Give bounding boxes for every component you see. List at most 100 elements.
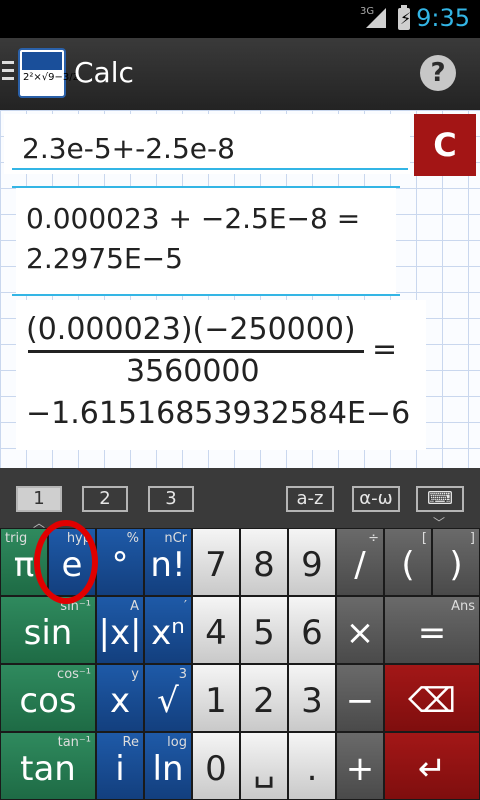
- plus-key[interactable]: +: [336, 732, 384, 800]
- key-4[interactable]: 4: [192, 596, 240, 664]
- pi-key[interactable]: trig π: [0, 528, 48, 596]
- backspace-icon: ⌫: [407, 681, 457, 721]
- signal-icon: [366, 8, 386, 28]
- menu-icon[interactable]: [2, 61, 14, 85]
- key-9[interactable]: 9: [288, 528, 336, 596]
- divide-label: /: [354, 545, 366, 585]
- key-3[interactable]: 3: [288, 664, 336, 732]
- decimal-label: .: [306, 749, 318, 789]
- multiply-label: ×: [345, 613, 375, 653]
- key-8[interactable]: 8: [240, 528, 288, 596]
- key-2[interactable]: 2: [240, 664, 288, 732]
- right-paren-key[interactable]: ] ): [432, 528, 480, 596]
- help-icon[interactable]: ?: [420, 55, 456, 91]
- cos-label: cos: [19, 681, 77, 721]
- entry-1-result: 2.2975E−5: [26, 242, 183, 275]
- tan-key[interactable]: tan⁻¹ tan: [0, 732, 96, 800]
- fraction-bar: [28, 350, 364, 353]
- key-1[interactable]: 1: [192, 664, 240, 732]
- sin-label: sin: [23, 613, 73, 653]
- key-7[interactable]: 7: [192, 528, 240, 596]
- ln-key[interactable]: log ln: [144, 732, 192, 800]
- key-0[interactable]: 0: [192, 732, 240, 800]
- abs-label: |x|: [98, 613, 142, 653]
- app-icon[interactable]: 2²×√9−3/2: [18, 48, 79, 98]
- key-0-label: 0: [205, 749, 227, 789]
- e-label: e: [61, 545, 83, 585]
- key-1-label: 1: [205, 681, 227, 721]
- keyboard-tabs: 1 2 3 a-z α-ω ⌨ ︿ ﹀: [0, 468, 480, 530]
- tan-secondary: tan⁻¹: [57, 735, 91, 750]
- key-6[interactable]: 6: [288, 596, 336, 664]
- equals-sign: =: [372, 332, 398, 367]
- sin-secondary: sin⁻¹: [60, 599, 91, 614]
- imaginary-secondary: Re: [122, 735, 139, 750]
- cos-secondary: cos⁻¹: [57, 667, 91, 682]
- entry-top-border: [12, 186, 400, 188]
- space-icon: ␣: [253, 749, 275, 789]
- tab-greek[interactable]: α-ω: [352, 486, 400, 512]
- expression-input[interactable]: 2.3e-5+-2.5e-8: [4, 114, 410, 174]
- sin-key[interactable]: sin⁻¹ sin: [0, 596, 96, 664]
- backspace-key[interactable]: ⌫: [384, 664, 480, 732]
- key-9-label: 9: [301, 545, 323, 585]
- entry-2-result: −1.61516853932584E−6: [26, 396, 411, 431]
- abs-key[interactable]: A |x|: [96, 596, 144, 664]
- history-entry-2[interactable]: (0.000023)(−250000) 3560000 = −1.6151685…: [16, 300, 426, 450]
- left-paren-key[interactable]: [ (: [384, 528, 432, 596]
- e-secondary: hyp: [66, 531, 91, 546]
- fraction-denominator: 3560000: [126, 354, 260, 389]
- key-8-label: 8: [253, 545, 275, 585]
- factorial-secondary: nCr: [164, 531, 187, 546]
- sqrt-key[interactable]: 3 √: [144, 664, 192, 732]
- tab-1[interactable]: 1: [16, 486, 62, 512]
- tab-3[interactable]: 3: [148, 486, 194, 512]
- sqrt-label: √: [157, 681, 179, 721]
- calculation-area: 2.3e-5+-2.5e-8 C 0.000023 + −2.5E−8 = 2.…: [0, 110, 480, 468]
- space-key[interactable]: ␣: [240, 732, 288, 800]
- equals-key[interactable]: Ans =: [384, 596, 480, 664]
- divide-key[interactable]: ÷ /: [336, 528, 384, 596]
- key-2-label: 2: [253, 681, 275, 721]
- fraction-numerator: (0.000023)(−250000): [26, 312, 356, 347]
- enter-key[interactable]: ↵: [384, 732, 480, 800]
- minus-key[interactable]: −: [336, 664, 384, 732]
- tab-2[interactable]: 2: [82, 486, 128, 512]
- degree-key[interactable]: % °: [96, 528, 144, 596]
- entry-bottom-border: [12, 294, 400, 296]
- expression-text: 2.3e-5+-2.5e-8: [22, 132, 235, 165]
- keyboard-icon[interactable]: ⌨: [416, 486, 464, 512]
- app-title: Calc: [74, 56, 134, 89]
- degree-secondary: %: [126, 531, 139, 546]
- history-entry-1[interactable]: 0.000023 + −2.5E−8 = 2.2975E−5: [12, 186, 400, 296]
- key-4-label: 4: [205, 613, 227, 653]
- decimal-key[interactable]: .: [288, 732, 336, 800]
- charging-icon: ⚡: [400, 9, 412, 28]
- enter-icon: ↵: [417, 749, 447, 789]
- right-paren-secondary: ]: [469, 531, 475, 546]
- minus-label: −: [345, 681, 375, 721]
- left-paren-secondary: [: [421, 531, 427, 546]
- action-bar: 2²×√9−3/2 Calc ?: [0, 38, 480, 110]
- factorial-key[interactable]: nCr n!: [144, 528, 192, 596]
- imaginary-key[interactable]: Re i: [96, 732, 144, 800]
- clear-button[interactable]: C: [414, 114, 476, 176]
- cos-key[interactable]: cos⁻¹ cos: [0, 664, 96, 732]
- equals-label: =: [417, 613, 447, 653]
- power-key[interactable]: ′ xⁿ: [144, 596, 192, 664]
- variable-x-key[interactable]: y x: [96, 664, 144, 732]
- degree-label: °: [111, 545, 129, 585]
- multiply-key[interactable]: ×: [336, 596, 384, 664]
- key-5[interactable]: 5: [240, 596, 288, 664]
- e-key[interactable]: hyp e: [48, 528, 96, 596]
- app-icon-formula: 2²×√9−3/2: [23, 72, 79, 83]
- divide-secondary: ÷: [368, 531, 379, 546]
- power-secondary: ′: [184, 599, 187, 614]
- key-7-label: 7: [205, 545, 227, 585]
- tab-a-z[interactable]: a-z: [286, 486, 334, 512]
- ln-label: ln: [152, 749, 184, 789]
- power-label: xⁿ: [151, 613, 185, 653]
- entry-1-expression: 0.000023 + −2.5E−8 =: [26, 202, 361, 235]
- key-5-label: 5: [253, 613, 275, 653]
- right-paren-label: ): [449, 545, 463, 585]
